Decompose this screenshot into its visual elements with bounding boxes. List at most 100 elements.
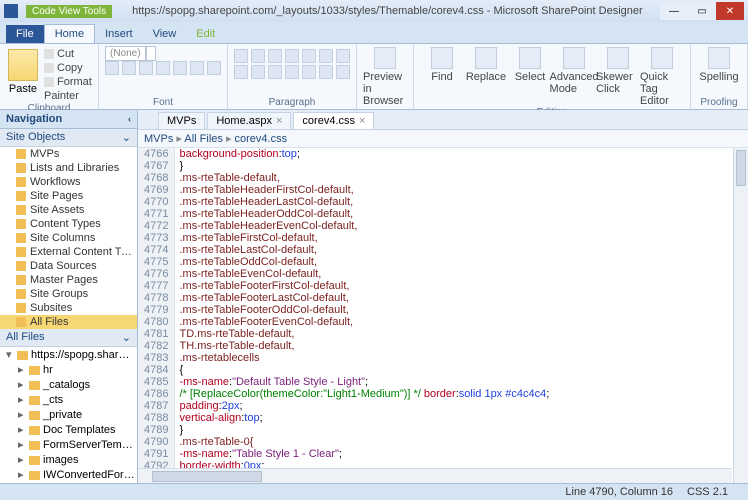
sidebar-item-all-files[interactable]: All Files bbox=[0, 315, 137, 329]
breadcrumb-segment[interactable]: corev4.css bbox=[235, 133, 288, 145]
code-line[interactable]: .ms-rteTableFirstCol-default, bbox=[175, 232, 553, 244]
sidebar-item-subsites[interactable]: Subsites bbox=[0, 301, 137, 315]
vertical-scrollbar[interactable] bbox=[733, 148, 748, 483]
borders-icon[interactable] bbox=[336, 49, 350, 63]
align-right-icon[interactable] bbox=[268, 65, 282, 79]
code-line[interactable]: .ms-rteTableEvenCol-default, bbox=[175, 268, 553, 280]
file-tree-item[interactable]: ▸_catalogs bbox=[0, 377, 137, 392]
sidebar-item-mvps[interactable]: MVPs bbox=[0, 147, 137, 161]
sidebar-item-content-types[interactable]: Content Types bbox=[0, 217, 137, 231]
tab-view[interactable]: View bbox=[143, 25, 187, 43]
code-line[interactable]: .ms-rteTableLastCol-default, bbox=[175, 244, 553, 256]
code-line[interactable]: padding:2px; bbox=[175, 400, 553, 412]
code-line[interactable]: -ms-name:"Default Table Style - Light"; bbox=[175, 376, 553, 388]
strike-icon[interactable] bbox=[156, 61, 170, 75]
ltr-icon[interactable] bbox=[302, 65, 316, 79]
code-line[interactable]: .ms-rteTableHeaderOddCol-default, bbox=[175, 208, 553, 220]
sidebar-item-site-columns[interactable]: Site Columns bbox=[0, 231, 137, 245]
breadcrumb-segment[interactable]: All Files bbox=[184, 133, 234, 145]
code-line[interactable]: .ms-rteTableHeaderLastCol-default, bbox=[175, 196, 553, 208]
sidebar-item-site-pages[interactable]: Site Pages bbox=[0, 189, 137, 203]
tab-insert[interactable]: Insert bbox=[95, 25, 143, 43]
file-tree-item[interactable]: ▸Doc Templates bbox=[0, 422, 137, 437]
doc-tab-mvps[interactable]: MVPs bbox=[158, 112, 205, 129]
justify-icon[interactable] bbox=[285, 65, 299, 79]
align-left-icon[interactable] bbox=[234, 65, 248, 79]
doc-tab-home[interactable]: Home.aspx× bbox=[207, 112, 291, 129]
maximize-button[interactable]: ▭ bbox=[688, 2, 716, 20]
sidebar-item-external-content-types[interactable]: External Content Types bbox=[0, 245, 137, 259]
sidebar-item-master-pages[interactable]: Master Pages bbox=[0, 273, 137, 287]
font-name-combo[interactable]: (None) bbox=[105, 46, 146, 61]
highlight-icon[interactable] bbox=[190, 61, 204, 75]
sidebar-item-workflows[interactable]: Workflows bbox=[0, 175, 137, 189]
code-line[interactable]: .ms-rteTableFooterLastCol-default, bbox=[175, 292, 553, 304]
scroll-thumb[interactable] bbox=[736, 150, 746, 186]
horizontal-scrollbar[interactable] bbox=[138, 468, 732, 483]
code-line[interactable]: .ms-rteTableFooterEvenCol-default, bbox=[175, 316, 553, 328]
all-files-header[interactable]: All Files ⌄ bbox=[0, 329, 137, 347]
code-line[interactable]: .ms-rteTableOddCol-default, bbox=[175, 256, 553, 268]
tab-file[interactable]: File bbox=[6, 25, 44, 43]
bold-icon[interactable] bbox=[105, 61, 119, 75]
breadcrumb-segment[interactable]: MVPs bbox=[144, 133, 184, 145]
sidebar-item-lists-and-libraries[interactable]: Lists and Libraries bbox=[0, 161, 137, 175]
file-tree-item[interactable]: ▸hr bbox=[0, 362, 137, 377]
paste-button[interactable]: Paste bbox=[6, 47, 40, 95]
bullets-icon[interactable] bbox=[234, 49, 248, 63]
font-color-icon[interactable] bbox=[207, 61, 221, 75]
breadcrumb[interactable]: MVPsAll Filescorev4.css bbox=[138, 130, 748, 148]
copy-button[interactable]: Copy bbox=[44, 61, 92, 75]
code-line[interactable]: TH.ms-rteTable-default, bbox=[175, 340, 553, 352]
doc-tab-corev4[interactable]: corev4.css× bbox=[293, 112, 374, 129]
file-tree-item[interactable]: ▸_private bbox=[0, 407, 137, 422]
code-line[interactable]: .ms-rteTableFooterOddCol-default, bbox=[175, 304, 553, 316]
format-painter-button[interactable]: Format Painter bbox=[44, 75, 92, 103]
sidebar-item-site-assets[interactable]: Site Assets bbox=[0, 203, 137, 217]
italic-icon[interactable] bbox=[122, 61, 136, 75]
code-line[interactable]: .ms-rtetablecells bbox=[175, 352, 553, 364]
rtl-icon[interactable] bbox=[319, 65, 333, 79]
spelling-button[interactable]: Spelling bbox=[697, 47, 741, 83]
code-line[interactable]: TD.ms-rteTable-default, bbox=[175, 328, 553, 340]
indent-icon[interactable] bbox=[285, 49, 299, 63]
sidebar-item-data-sources[interactable]: Data Sources bbox=[0, 259, 137, 273]
code-line[interactable]: .ms-rteTable-0{ bbox=[175, 436, 553, 448]
code-line[interactable]: .ms-rteTableFooterFirstCol-default, bbox=[175, 280, 553, 292]
outdent-icon[interactable] bbox=[268, 49, 282, 63]
tab-home[interactable]: Home bbox=[44, 24, 95, 43]
advanced-mode-button[interactable]: Advanced Mode bbox=[552, 47, 596, 107]
code-line[interactable]: } bbox=[175, 160, 553, 172]
close-icon[interactable]: × bbox=[276, 115, 282, 127]
file-tree-item[interactable]: ▸IWConvertedForms (C bbox=[0, 467, 137, 482]
sidebar-item-site-groups[interactable]: Site Groups bbox=[0, 287, 137, 301]
find-button[interactable]: Find bbox=[420, 47, 464, 107]
file-tree-item[interactable]: ▸FormServerTemplates bbox=[0, 437, 137, 452]
cut-button[interactable]: Cut bbox=[44, 47, 92, 61]
nav-collapse-icon[interactable]: ‹ bbox=[128, 114, 131, 124]
code-line[interactable]: .ms-rteTableHeaderFirstCol-default, bbox=[175, 184, 553, 196]
code-line[interactable]: { bbox=[175, 364, 553, 376]
code-line[interactable]: background-position:top; bbox=[175, 148, 553, 160]
select-button[interactable]: Select bbox=[508, 47, 552, 107]
quick-tag-button[interactable]: Quick Tag Editor bbox=[640, 47, 684, 107]
underline-icon[interactable] bbox=[139, 61, 153, 75]
scroll-thumb[interactable] bbox=[152, 471, 262, 482]
replace-button[interactable]: Replace bbox=[464, 47, 508, 107]
code-line[interactable]: .ms-rteTable-default, bbox=[175, 172, 553, 184]
file-tree-item[interactable]: ▸images bbox=[0, 452, 137, 467]
file-tree-item[interactable]: ▸_cts bbox=[0, 392, 137, 407]
close-button[interactable]: ✕ bbox=[716, 2, 744, 20]
subscript-icon[interactable] bbox=[173, 61, 187, 75]
code-line[interactable]: } bbox=[175, 424, 553, 436]
code-line[interactable]: -ms-name:"Table Style 1 - Clear"; bbox=[175, 448, 553, 460]
align-center-icon[interactable] bbox=[251, 65, 265, 79]
skewer-click-button[interactable]: Skewer Click bbox=[596, 47, 640, 107]
tree-root[interactable]: ▾https://spopg.sharepoint.c bbox=[0, 347, 137, 362]
code-line[interactable]: vertical-align:top; bbox=[175, 412, 553, 424]
shading-icon[interactable] bbox=[319, 49, 333, 63]
close-icon[interactable]: × bbox=[359, 115, 365, 127]
site-objects-header[interactable]: Site Objects ⌄ bbox=[0, 129, 137, 147]
code-line[interactable]: .ms-rteTableHeaderEvenCol-default, bbox=[175, 220, 553, 232]
code-editor[interactable]: 4766background-position:top;4767}4768.ms… bbox=[138, 148, 733, 483]
